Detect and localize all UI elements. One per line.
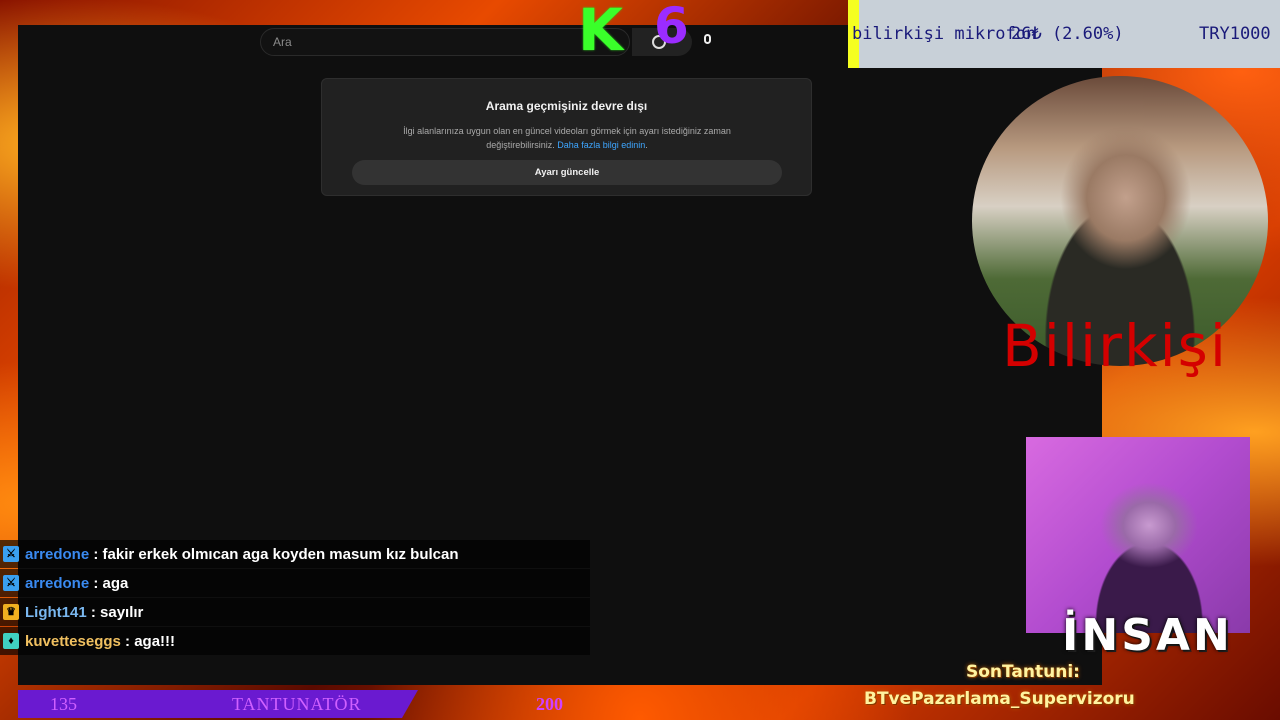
donation-ticker: bilirkişi mikrofon 26₺ (2.60%) TRY1000 <box>848 0 1280 68</box>
dialog-link-suffix: . <box>645 140 648 150</box>
dialog-title: Arama geçmişiniz devre dışı <box>485 99 648 113</box>
logo-k: K <box>578 0 623 64</box>
tantunator-goal: 200 <box>536 694 563 714</box>
dialog-description: İlgi alanlarınıza uygun olan en güncel v… <box>382 124 752 152</box>
chat-message: ⚔ arredone : aga <box>0 569 590 597</box>
crown-icon: ♛ <box>3 604 19 620</box>
sword-icon: ⚔ <box>3 546 19 562</box>
chat-text: : aga!!! <box>120 632 176 650</box>
webcam-square <box>1026 437 1250 633</box>
webcam1-label: Bilirkişi <box>1002 312 1229 380</box>
logo-6: 6 <box>654 0 689 55</box>
mic-icon[interactable] <box>696 30 718 52</box>
chat-username: arredone <box>25 545 90 563</box>
chat-overlay: ⚔ arredone : fakir erkek olmıcan aga koy… <box>0 540 590 656</box>
ticker-goal: TRY1000 <box>1199 24 1271 44</box>
search-history-dialog: Arama geçmişiniz devre dışı İlgi alanlar… <box>321 78 812 196</box>
chat-message: ♦ kuvetteseggs : aga!!! <box>0 627 590 655</box>
chat-text: : fakir erkek olmıcan aga koyden masum k… <box>89 545 459 563</box>
chat-username: kuvetteseggs <box>25 632 121 650</box>
chat-message: ♛ Light141 : sayılır <box>0 598 590 626</box>
last-tantuni-label: SonTantuni: <box>966 662 1080 682</box>
last-tantuni-name: BTvePazarlama_Supervizoru <box>864 689 1135 709</box>
tantunator-current: 135 <box>50 694 77 714</box>
search-input[interactable]: Ara <box>260 28 630 56</box>
tantunator-label: TANTUNATÖR <box>232 694 362 714</box>
ticker-item-price: 26₺ (2.60%) <box>1011 24 1124 44</box>
update-setting-button[interactable]: Ayarı güncelle <box>352 160 782 185</box>
ticker-item-name: bilirkişi mikrofon <box>852 24 1037 44</box>
chat-message: ⚔ arredone : fakir erkek olmıcan aga koy… <box>0 540 590 568</box>
prime-icon: ♦ <box>3 633 19 649</box>
webcam2-label: İNSAN <box>1062 610 1233 661</box>
chat-username: Light141 <box>25 603 87 621</box>
chat-text: : sayılır <box>86 603 144 621</box>
sword-icon: ⚔ <box>3 575 19 591</box>
chat-username: arredone <box>25 574 90 592</box>
learn-more-link[interactable]: Daha fazla bilgi edinin <box>557 140 645 150</box>
chat-text: : aga <box>89 574 129 592</box>
